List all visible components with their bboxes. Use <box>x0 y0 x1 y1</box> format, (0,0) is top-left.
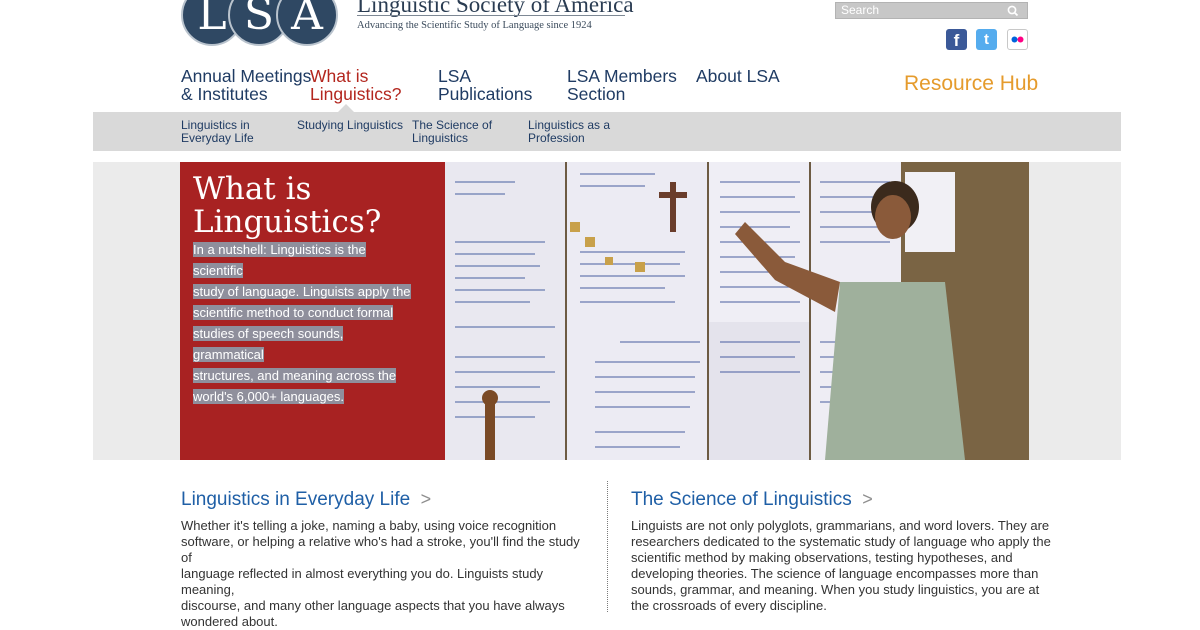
subnav-label-line2: Profession <box>528 131 585 145</box>
hero-text-line: In a nutshell: Linguistics is the scient… <box>193 242 366 278</box>
nav-label-line1: About LSA <box>696 66 780 86</box>
subnav-pointer <box>338 104 354 112</box>
nav-what-is-linguistics[interactable]: What is Linguistics? <box>310 67 401 103</box>
facebook-icon[interactable]: f <box>946 29 967 50</box>
hero-title: What is Linguistics? <box>193 171 382 240</box>
hero-photo <box>445 162 1029 460</box>
hero-text-line: studies of speech sounds, grammatical <box>193 326 344 362</box>
flickr-icon[interactable] <box>1007 29 1028 50</box>
facebook-glyph: f <box>953 31 960 50</box>
subnav-label-line1: Studying Linguistics <box>297 118 404 132</box>
nav-lsa-members-section[interactable]: LSA Members Section <box>567 67 677 103</box>
search-input[interactable]: Search <box>835 2 1028 19</box>
section-body-line: software, or helping a relative who's ha… <box>181 534 580 565</box>
nav-label-line2: & Institutes <box>181 84 268 104</box>
section-body-line: sounds, grammar, and meaning. When you s… <box>631 582 1040 597</box>
hero-intro-text: In a nutshell: Linguistics is the scient… <box>193 239 415 407</box>
nav-label-line1: What is <box>310 66 369 86</box>
section-body-line: scientific method by making observations… <box>631 550 1013 565</box>
section-title[interactable]: The Science of Linguistics <box>631 489 852 510</box>
subnav-label-line2: Linguistics <box>412 131 469 145</box>
hero-text-line: world's 6,000+ languages. <box>193 389 345 404</box>
section-linguistics-everyday-life[interactable]: Linguistics in Everyday Life > <box>181 489 431 511</box>
subnav-science-of-linguistics[interactable]: The Science of Linguistics <box>412 119 492 145</box>
nav-label-line2: Section <box>567 84 626 104</box>
nav-annual-meetings[interactable]: Annual Meetings & Institutes <box>181 67 311 103</box>
subnav-linguistics-profession[interactable]: Linguistics as a Profession <box>528 119 610 145</box>
resource-hub-link[interactable]: Resource Hub <box>904 72 1038 96</box>
nav-label-line2: Publications <box>438 84 533 104</box>
org-name-underline <box>357 15 625 16</box>
hero-photo-illustration <box>445 162 1029 460</box>
chevron-right-icon: > <box>862 489 873 509</box>
section-body-science: Linguists are not only polyglots, gramma… <box>631 518 1051 614</box>
section-body-line: Linguists are not only polyglots, gramma… <box>631 518 1050 533</box>
org-tagline: Advancing the Scientific Study of Langua… <box>357 20 592 31</box>
nav-label-line1: Annual Meetings <box>181 66 312 86</box>
section-title[interactable]: Linguistics in Everyday Life <box>181 489 410 510</box>
section-science-of-linguistics[interactable]: The Science of Linguistics > <box>631 489 873 511</box>
nav-about-lsa[interactable]: About LSA <box>696 67 780 85</box>
hero-text-line: structures, and meaning across the <box>193 368 397 383</box>
chevron-right-icon: > <box>420 489 432 509</box>
section-body-everyday: Whether it's telling a joke, naming a ba… <box>181 518 591 630</box>
section-divider <box>607 481 608 612</box>
twitter-icon[interactable]: t <box>976 29 997 50</box>
subnav-linguistics-everyday-life[interactable]: Linguistics in Everyday Life <box>181 119 254 145</box>
logo-letter-a: A <box>276 0 338 46</box>
hero-text-line: scientific method to conduct formal <box>193 305 394 320</box>
nav-label-line1: LSA Members <box>567 66 677 86</box>
search-icon[interactable] <box>1006 4 1020 18</box>
section-body-line: Whether it's telling a joke, naming a ba… <box>181 518 557 533</box>
twitter-glyph: t <box>984 31 989 48</box>
nav-label-line2: Linguistics? <box>310 84 402 104</box>
subnav-studying-linguistics[interactable]: Studying Linguistics <box>297 119 403 132</box>
nav-label-line1: LSA <box>438 66 472 86</box>
section-body-line: wondered about. <box>181 614 278 629</box>
subnav-label-line2: Everyday Life <box>181 131 254 145</box>
hero-text-line: study of language. Linguists apply the <box>193 284 411 299</box>
nav-lsa-publications[interactable]: LSA Publications <box>438 67 532 103</box>
section-body-line: developing theories. The science of lang… <box>631 566 1039 581</box>
section-body-line: language reflected in almost everything … <box>181 566 544 597</box>
flickr-dots-icon <box>1011 36 1024 43</box>
section-body-line: researchers dedicated to the systematic … <box>631 534 1051 549</box>
